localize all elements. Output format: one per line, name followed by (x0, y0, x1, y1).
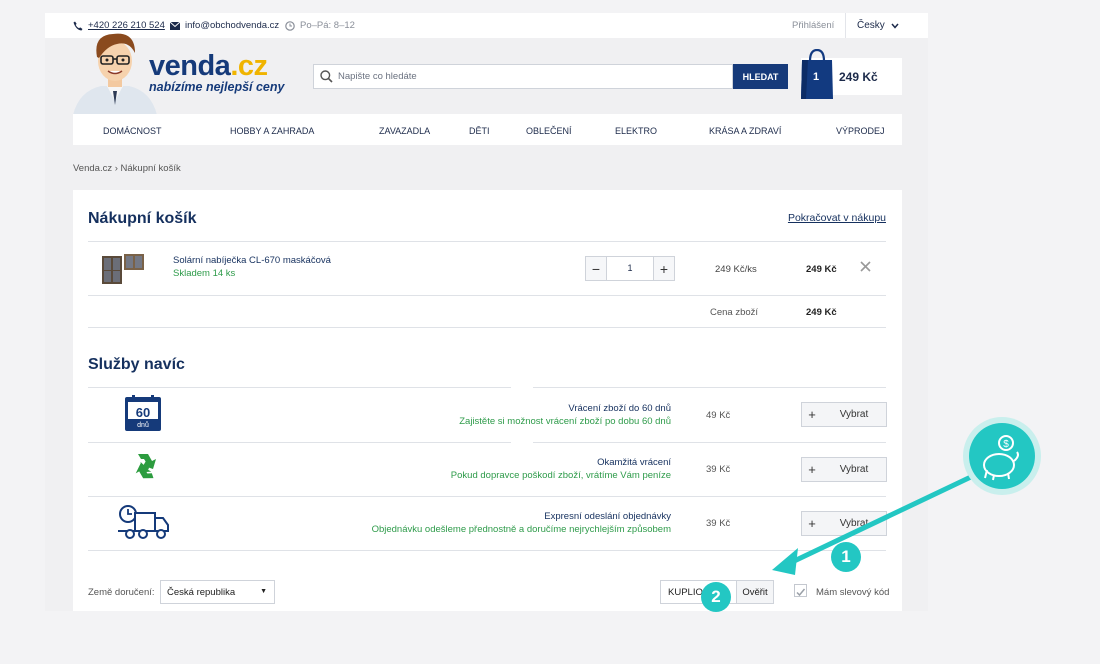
continue-shopping-link[interactable]: Pokračovat v nákupu (788, 212, 886, 224)
select-label: Vybrat (839, 409, 869, 420)
service-price: 49 Kč (706, 410, 731, 421)
mascot-illustration (73, 33, 157, 115)
recycle-icon (135, 453, 156, 479)
country-label: Země doručení: (88, 587, 155, 598)
piggy-badge-halo (963, 417, 1041, 495)
divider (533, 442, 886, 443)
service-description: Objednávku odešleme přednostně a doručím… (371, 524, 671, 535)
search-icon (320, 70, 333, 83)
email-text[interactable]: info@obchodvenda.cz (185, 20, 279, 31)
nav-item-krasa[interactable]: KRÁSA A ZDRAVÍ (709, 126, 781, 136)
service-description: Pokud dopravce poškodí zboží, vrátíme Vá… (450, 470, 671, 481)
divider (88, 442, 511, 443)
unit-price: 249 Kč/ks (715, 264, 757, 275)
country-select[interactable]: Česká republika ▼ (160, 580, 275, 604)
brand-tld: .cz (230, 50, 268, 82)
product-name[interactable]: Solární nabíječka CL-670 maskáčová (173, 255, 331, 266)
subtotal-label: Cena zboží (710, 307, 759, 318)
brand-slogan: nabízíme nejlepší ceny (149, 80, 285, 94)
service-title: Okamžitá vrácení (597, 457, 671, 468)
calendar-days-unit: dnů (137, 421, 149, 429)
close-icon[interactable] (860, 261, 871, 272)
dollar-icon: $ (1003, 439, 1009, 450)
services-title: Služby navíc (88, 356, 185, 373)
verify-coupon-button[interactable]: Ověřit (736, 580, 774, 604)
step-badge-2: 2 (701, 582, 731, 612)
divider (88, 387, 511, 388)
basket-title: Nákupní košík (88, 210, 197, 227)
service-title: Vrácení zboží do 60 dnů (568, 403, 671, 414)
login-link[interactable]: Přihlášení (792, 20, 834, 31)
quantity-decrease-button[interactable]: − (586, 257, 606, 280)
nav-item-elektro[interactable]: ELEKTRO (615, 126, 657, 136)
service-price: 39 Kč (706, 464, 731, 475)
brand-name: venda (149, 50, 231, 82)
search-button[interactable]: HLEDAT (733, 64, 788, 89)
search-box (313, 64, 733, 89)
product-stock: Skladem 14 ks (173, 268, 236, 279)
cart-count: 1 (813, 71, 820, 83)
topbar-divider (845, 13, 846, 38)
country-value: Česká republika (167, 587, 236, 598)
divider (533, 387, 886, 388)
divider (88, 550, 886, 551)
coupon-checkbox-label[interactable]: Mám slevový kód (816, 587, 889, 598)
select-service-button[interactable]: + Vybrat (801, 402, 887, 427)
divider (88, 496, 886, 497)
chevron-down-icon (891, 23, 899, 29)
nav-item-obleceni[interactable]: OBLEČENÍ (526, 126, 572, 136)
main-navigation: DOMÁCNOST HOBBY A ZAHRADA ZAVAZADLA DĚTI… (73, 114, 902, 145)
opening-hours: Po–Pá: 8–12 (285, 20, 355, 31)
piggy-bank-icon (983, 435, 1019, 481)
plus-icon: + (808, 462, 816, 477)
coupon-checkbox[interactable] (794, 584, 807, 597)
language-switcher[interactable]: Česky (857, 20, 899, 31)
delivery-truck-icon (118, 505, 169, 539)
mail-icon (170, 21, 180, 30)
service-price: 39 Kč (706, 518, 731, 529)
checkmark-icon (796, 588, 806, 597)
page: +420 226 210 524 info@obchodvenda.cz Po–… (45, 13, 928, 611)
nav-item-domacnost[interactable]: DOMÁCNOST (103, 126, 162, 136)
divider (88, 295, 886, 296)
basket-card: Nákupní košík Pokračovat v nákupu Solárn… (73, 190, 902, 611)
quantity-increase-button[interactable]: + (654, 257, 674, 280)
search-input[interactable] (338, 66, 728, 87)
select-label: Vybrat (839, 518, 869, 529)
divider (88, 327, 886, 328)
top-bar: +420 226 210 524 info@obchodvenda.cz Po–… (45, 13, 928, 38)
hours-text: Po–Pá: 8–12 (300, 20, 355, 31)
calendar-days-number: 60 (136, 405, 150, 420)
quantity-input[interactable]: 1 (606, 257, 654, 280)
plus-icon: + (808, 407, 816, 422)
select-service-button[interactable]: + Vybrat (801, 457, 887, 482)
calendar-60-icon: 60 dnů (125, 395, 161, 431)
select-label: Vybrat (839, 464, 869, 475)
language-label[interactable]: Česky (857, 20, 885, 31)
email-contact[interactable]: info@obchodvenda.cz (170, 20, 279, 31)
brand-wordmark: venda.cz (149, 50, 284, 83)
nav-item-deti[interactable]: DĚTI (469, 126, 490, 136)
cart-total: 249 Kč (839, 70, 878, 84)
product-image[interactable] (100, 252, 148, 286)
quantity-stepper: − 1 + (585, 256, 675, 281)
caret-down-icon: ▼ (260, 588, 267, 595)
subtotal-value: 249 Kč (806, 307, 837, 318)
service-title: Expresní odeslání objednávky (544, 511, 671, 522)
clock-icon (285, 20, 295, 31)
nav-item-hobby[interactable]: HOBBY A ZAHRADA (230, 126, 314, 136)
nav-item-vyprodej[interactable]: VÝPRODEJ (836, 126, 885, 136)
piggy-badge (969, 423, 1035, 489)
select-service-button[interactable]: + Vybrat (801, 511, 887, 536)
line-price: 249 Kč (806, 264, 837, 275)
step-badge-1: 1 (831, 542, 861, 572)
breadcrumb[interactable]: Venda.cz › Nákupní košík (73, 163, 181, 174)
nav-item-zavazadla[interactable]: ZAVAZADLA (379, 126, 430, 136)
divider (88, 241, 886, 242)
plus-icon: + (808, 516, 816, 531)
service-description: Zajistěte si možnost vrácení zboží po do… (459, 416, 671, 427)
brand-logo[interactable]: venda.cz nabízíme nejlepší ceny (149, 50, 284, 94)
